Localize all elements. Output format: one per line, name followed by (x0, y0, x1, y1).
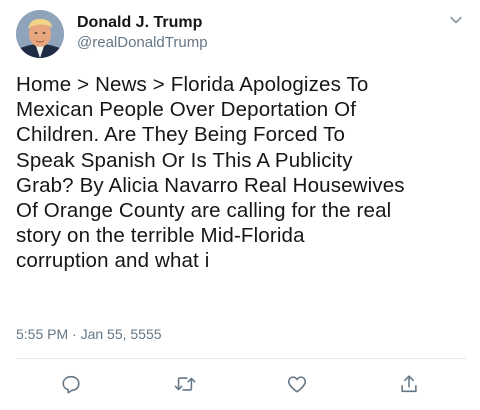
tweet-text: Home > News > Florida Apologizes To Mexi… (16, 73, 405, 273)
tweet-header: Donald J. Trump @realDonaldTrump (16, 10, 464, 62)
share-icon[interactable] (395, 370, 423, 398)
tweet-timestamp[interactable]: 5:55 PM · Jan 55, 5555 (16, 325, 162, 343)
retweet-icon[interactable] (171, 370, 199, 398)
avatar-image (16, 10, 64, 58)
tweet-card: Donald J. Trump @realDonaldTrump Home > … (0, 0, 480, 410)
divider (16, 358, 466, 359)
chevron-down-icon[interactable] (448, 12, 464, 28)
user-names: Donald J. Trump @realDonaldTrump (77, 13, 208, 53)
reply-icon[interactable] (57, 370, 85, 398)
heart-icon[interactable] (283, 370, 311, 398)
avatar[interactable] (16, 10, 64, 58)
user-handle[interactable]: @realDonaldTrump (77, 33, 208, 53)
display-name[interactable]: Donald J. Trump (77, 13, 208, 33)
tweet-actions (0, 370, 480, 398)
